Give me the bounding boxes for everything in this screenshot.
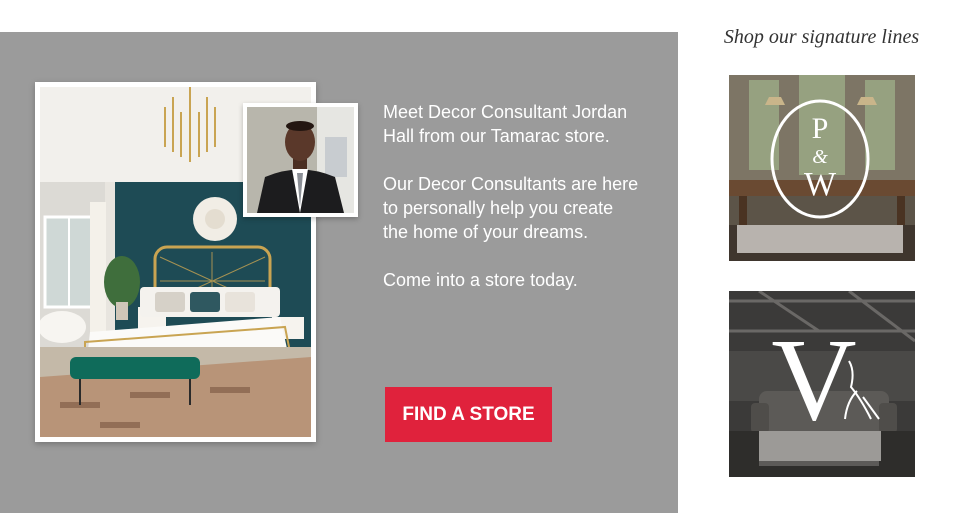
- consultant-portrait: [243, 103, 358, 217]
- signature-lines-heading: Shop our signature lines: [723, 26, 920, 48]
- promo-intro-text: Meet Decor Consultant Jordan Hall from o…: [383, 102, 628, 146]
- svg-text:W: W: [804, 166, 837, 203]
- v-brand-tile[interactable]: V: [729, 291, 915, 477]
- pw-brand-tile[interactable]: P & W: [729, 75, 915, 261]
- find-a-store-button[interactable]: FIND A STORE: [385, 387, 552, 442]
- pw-brand-image: P & W: [729, 75, 915, 261]
- consultant-illustration: [247, 107, 354, 213]
- promo-body-text: Our Decor Consultants are here to person…: [383, 174, 639, 242]
- promo-cta-text: Come into a store today.: [383, 270, 578, 290]
- svg-text:P: P: [812, 112, 829, 145]
- promo-copy: Meet Decor Consultant Jordan Hall from o…: [383, 100, 643, 316]
- v-brand-image: V: [729, 291, 915, 477]
- svg-text:&: &: [812, 146, 828, 168]
- svg-text:V: V: [771, 314, 856, 445]
